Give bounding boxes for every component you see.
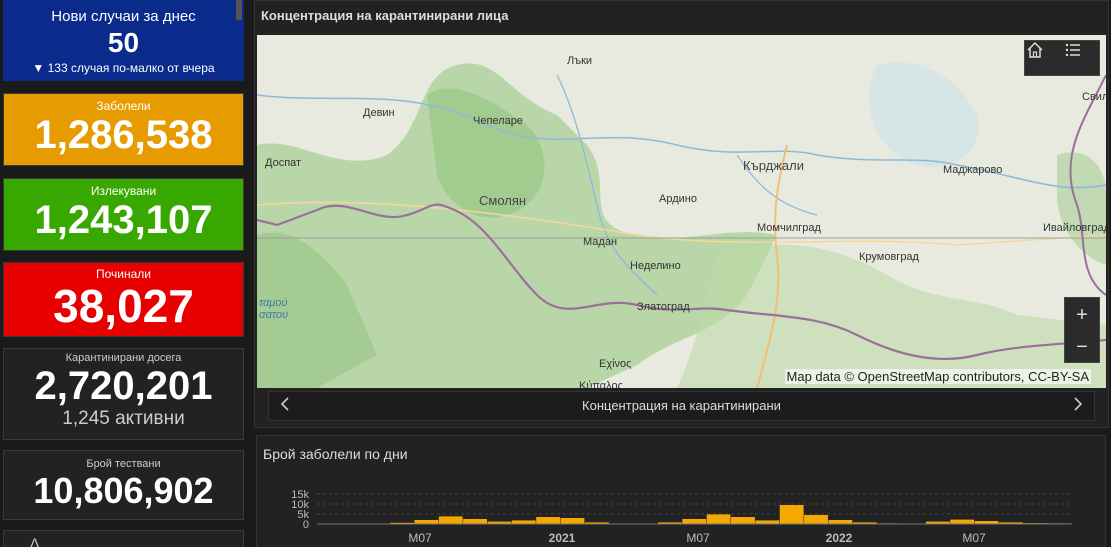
chart-bar[interactable] xyxy=(706,514,731,524)
daily-cases-chart: 15k10k5k0M07 2021 M07 2022 M07 xyxy=(291,489,1072,545)
carousel-caption: Концентрация на карантинирани xyxy=(582,398,781,413)
home-button[interactable] xyxy=(1026,41,1060,75)
layer-list-button[interactable] xyxy=(1064,41,1098,75)
tested-card: Брой тествани 10,806,902 xyxy=(3,450,244,520)
map-toolbar xyxy=(1024,40,1100,76)
place-tsotou: σατου xyxy=(259,309,289,321)
chart-bar[interactable] xyxy=(511,520,536,524)
place-dospat: Доспат xyxy=(265,157,302,169)
infected-label: Заболели xyxy=(96,99,151,113)
carousel-next-button[interactable] xyxy=(1073,397,1083,414)
next-card: Δ xyxy=(3,530,244,547)
map-basemap xyxy=(257,62,1106,388)
chart-bar[interactable] xyxy=(438,516,463,524)
chart-bar[interactable] xyxy=(950,519,975,524)
place-ivaylovgrad: Ивайловград xyxy=(1043,222,1106,234)
quarantined-active: 1,245 активни xyxy=(62,408,185,429)
x-tick-label: M07 xyxy=(962,531,986,545)
place-smolyan: Смолян xyxy=(479,193,527,208)
chevron-right-icon xyxy=(1074,397,1083,411)
recovered-card: Излекувани 1,243,107 xyxy=(3,178,244,251)
place-echinos: Εχίνος xyxy=(599,358,632,370)
x-tick-label: 2022 xyxy=(826,531,853,545)
chart-bar[interactable] xyxy=(804,515,828,524)
quarantined-card: Карантинирани досега 2,720,201 1,245 акт… xyxy=(3,348,244,440)
deceased-value: 38,027 xyxy=(53,280,194,332)
map-carousel: Концентрация на карантинирани xyxy=(268,391,1095,421)
zoom-controls: + − xyxy=(1064,297,1100,363)
map-view[interactable]: Лъки Девин Чепеларе Доспат Смолян Ардино… xyxy=(257,35,1106,388)
new-cases-value: 50 xyxy=(107,27,140,58)
quarantined-label: Карантинирани досега xyxy=(65,352,182,364)
place-devin: Девин xyxy=(363,107,395,119)
deceased-label: Починали xyxy=(96,267,151,281)
place-laki: Лъки xyxy=(567,55,593,67)
place-kardzhali: Кърджали xyxy=(743,158,804,173)
infected-value: 1,286,538 xyxy=(34,113,213,157)
zoom-in-button[interactable]: + xyxy=(1065,298,1099,332)
x-tick-label: M07 xyxy=(686,531,710,545)
daily-cases-panel: Брой заболели по дни 15k 10k 5k 0 M07 2021 M07… xyxy=(256,435,1106,547)
place-nedelino: Неделино xyxy=(630,260,681,272)
chart-bar[interactable] xyxy=(414,520,439,524)
recovered-label: Излекувани xyxy=(90,184,157,198)
y-tick-label: 0 xyxy=(303,519,309,531)
new-cases-card: Нови случаи за днес 50 ▼ 133 случая по-м… xyxy=(3,0,244,81)
map-panel-title: Концентрация на карантинирани лица xyxy=(261,8,509,23)
place-ardino: Ардино xyxy=(659,193,697,205)
quarantined-value: 2,720,201 xyxy=(34,364,213,408)
chart-bar[interactable] xyxy=(828,520,853,524)
place-krumovgrad: Крумовград xyxy=(859,251,919,263)
map-attribution: Map data © OpenStreetMap contributors, C… xyxy=(784,369,1091,384)
tested-value: 10,806,902 xyxy=(33,470,214,511)
place-chepelare: Чепеларе xyxy=(473,115,523,127)
list-icon xyxy=(1065,43,1080,57)
chart-bar[interactable] xyxy=(779,505,804,524)
place-zlatograd: Златоград xyxy=(637,301,690,313)
recovered-value: 1,243,107 xyxy=(34,198,213,242)
chart-bar[interactable] xyxy=(536,517,561,524)
dashboard: Нови случаи за днес 50 ▼ 133 случая по-м… xyxy=(0,0,1111,547)
new-cases-delta: ▼ 133 случая по-малко от вчера xyxy=(32,61,215,75)
deceased-card: Починали 38,027 xyxy=(3,262,244,337)
new-cases-label: Нови случаи за днес xyxy=(51,8,196,25)
place-thaisou: ταμού xyxy=(259,297,288,309)
place-madzharovo: Маджарово xyxy=(943,164,1003,176)
x-tick-label: M07 xyxy=(408,531,432,545)
x-tick-label: 2021 xyxy=(549,531,576,545)
place-madan: Мадан xyxy=(583,236,618,248)
scrollbar-thumb[interactable] xyxy=(236,0,242,20)
place-momchilgrad: Момчилград xyxy=(757,222,821,234)
chart-bar[interactable] xyxy=(463,519,487,524)
place-svil: Свил xyxy=(1082,91,1106,103)
tested-label: Брой тествани xyxy=(86,458,161,470)
home-icon xyxy=(1027,41,1043,58)
infected-card: Заболели 1,286,538 xyxy=(3,93,244,166)
next-card-glyph: Δ xyxy=(30,535,40,547)
zoom-out-button[interactable]: − xyxy=(1065,330,1099,364)
chart-bar[interactable] xyxy=(731,517,755,524)
chart-bar[interactable] xyxy=(755,520,780,524)
chart-bar[interactable] xyxy=(682,519,707,524)
place-kuzos: Κύπαλος xyxy=(579,380,623,388)
chart-bar[interactable] xyxy=(560,518,585,524)
